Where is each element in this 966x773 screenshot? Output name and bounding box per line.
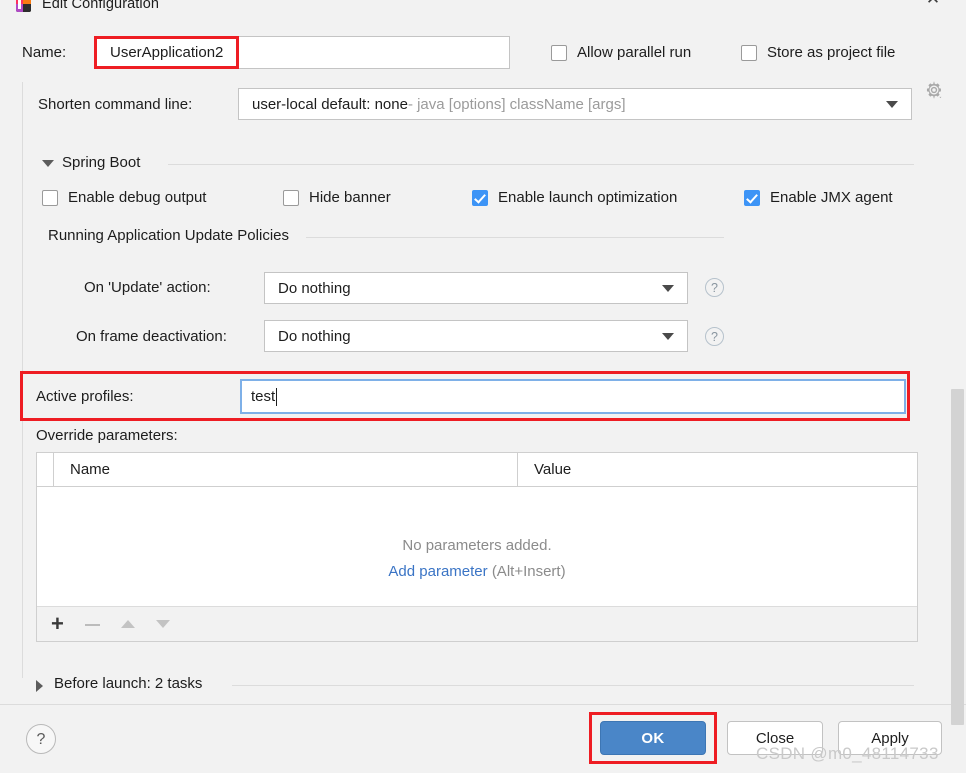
- override-parameters-label: Override parameters:: [36, 427, 178, 444]
- gear-icon[interactable]: [924, 80, 944, 100]
- update-policies-group-label: Running Application Update Policies: [48, 227, 298, 244]
- on-update-action-value: Do nothing: [278, 279, 351, 297]
- table-header-gutter: [37, 453, 54, 486]
- checkbox-box-icon: [741, 44, 757, 61]
- checkbox-box-icon: [42, 189, 58, 206]
- empty-state-text: No parameters added.: [402, 537, 552, 554]
- enable-debug-output-checkbox[interactable]: Enable debug output: [42, 189, 206, 206]
- shorten-command-line-select[interactable]: user-local default: none - java [options…: [238, 88, 912, 120]
- content-left-rail: [22, 82, 23, 678]
- add-parameter-shortcut: (Alt+Insert): [491, 563, 566, 580]
- checkbox-box-checked-icon: [744, 189, 760, 206]
- intellij-idea-icon: [16, 0, 31, 12]
- table-body: No parameters added. Add parameter (Alt+…: [37, 487, 917, 607]
- on-frame-deactivation-select[interactable]: Do nothing: [264, 320, 688, 352]
- spring-boot-collapse-icon[interactable]: [42, 160, 54, 167]
- dialog-title: Edit Configuration: [42, 0, 160, 12]
- enable-debug-output-label: Enable debug output: [68, 189, 207, 206]
- on-update-action-help-icon[interactable]: ?: [705, 278, 724, 297]
- on-frame-deactivation-value: Do nothing: [278, 327, 351, 345]
- before-launch-divider: [232, 685, 914, 686]
- shorten-command-line-label: Shorten command line:: [38, 96, 193, 113]
- table-toolbar: +: [37, 606, 917, 641]
- on-frame-deactivation-label: On frame deactivation:: [76, 328, 227, 345]
- on-frame-deactivation-help-icon[interactable]: ?: [705, 327, 724, 346]
- add-parameter-button[interactable]: +: [51, 613, 64, 635]
- store-as-project-file-checkbox[interactable]: Store as project file: [741, 44, 895, 61]
- active-profiles-value: test: [251, 388, 276, 405]
- checkbox-box-checked-icon: [472, 189, 488, 206]
- table-header-row: Name Value: [37, 453, 917, 487]
- name-input-value: UserApplication2: [110, 44, 224, 61]
- on-update-action-select[interactable]: Do nothing: [264, 272, 688, 304]
- table-header-name: Name: [54, 453, 518, 486]
- text-caret: [276, 387, 278, 406]
- shorten-command-line-value: user-local default: none: [252, 95, 408, 113]
- move-up-button: [120, 620, 135, 628]
- edit-configuration-dialog: Edit Configuration ✕ Name: UserApplicati…: [0, 0, 966, 773]
- hide-banner-label: Hide banner: [309, 189, 391, 206]
- enable-launch-optimization-checkbox[interactable]: Enable launch optimization: [472, 189, 677, 206]
- dialog-scrollbar-track[interactable]: [950, 24, 966, 725]
- table-empty-state: No parameters added. Add parameter (Alt+…: [37, 533, 917, 585]
- ok-button[interactable]: OK: [600, 721, 706, 755]
- enable-launch-optimization-label: Enable launch optimization: [498, 189, 678, 206]
- checkbox-box-icon: [551, 44, 567, 61]
- name-input[interactable]: UserApplication2: [94, 36, 510, 69]
- on-update-action-label: On 'Update' action:: [84, 279, 211, 296]
- add-parameter-link[interactable]: Add parameter: [388, 563, 487, 580]
- checkbox-box-icon: [283, 189, 299, 206]
- allow-parallel-run-label: Allow parallel run: [577, 44, 692, 61]
- update-policies-group-divider: [306, 237, 724, 238]
- dialog-titlebar: Edit Configuration: [0, 0, 966, 18]
- active-profiles-label: Active profiles:: [36, 388, 134, 405]
- shorten-command-line-hint: - java [options] className [args]: [407, 95, 626, 113]
- enable-jmx-agent-checkbox[interactable]: Enable JMX agent: [744, 189, 893, 206]
- chevron-down-icon: [662, 285, 674, 292]
- watermark: CSDN @m0_48114733: [756, 744, 939, 763]
- close-icon[interactable]: ✕: [922, 0, 944, 10]
- help-button[interactable]: ?: [26, 724, 56, 754]
- enable-jmx-agent-label: Enable JMX agent: [770, 189, 893, 206]
- hide-banner-checkbox[interactable]: Hide banner: [283, 189, 391, 206]
- empty-state-action: Add parameter (Alt+Insert): [37, 559, 917, 585]
- name-label: Name:: [22, 44, 67, 61]
- name-row: Name: UserApplication2 Allow parallel ru…: [0, 36, 966, 99]
- override-parameters-table: Name Value No parameters added. Add para…: [36, 452, 918, 642]
- move-down-button: [155, 620, 170, 628]
- allow-parallel-run-checkbox[interactable]: Allow parallel run: [551, 44, 691, 61]
- chevron-down-icon: [662, 333, 674, 340]
- remove-parameter-button: [84, 624, 100, 626]
- chevron-down-icon: [886, 101, 898, 108]
- dialog-scrollbar-thumb[interactable]: [951, 389, 964, 725]
- active-profiles-input[interactable]: test: [240, 379, 906, 414]
- before-launch-label: Before launch: 2 tasks: [54, 675, 212, 692]
- spring-boot-group-divider: [168, 164, 914, 165]
- spring-boot-group-label: Spring Boot: [62, 154, 150, 171]
- footer-separator: [0, 704, 966, 705]
- store-as-project-file-label: Store as project file: [767, 44, 896, 61]
- before-launch-expand-icon[interactable]: [36, 680, 43, 692]
- before-launch-row[interactable]: Before launch: 2 tasks: [0, 672, 966, 702]
- table-header-value: Value: [534, 461, 572, 478]
